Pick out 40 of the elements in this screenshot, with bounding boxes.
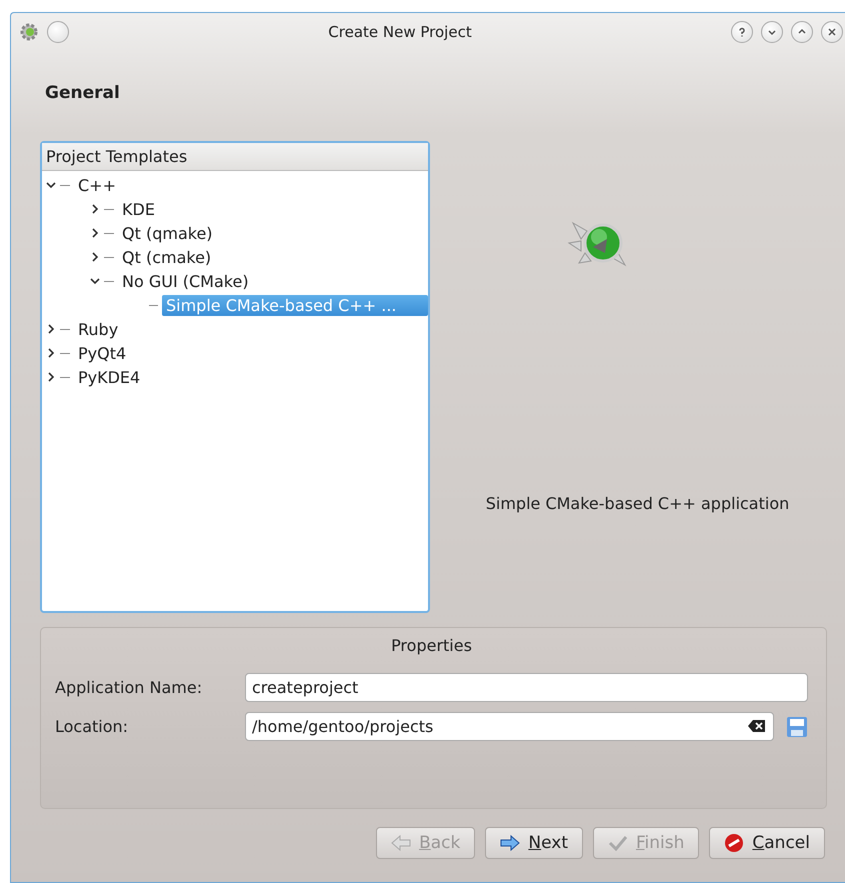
- template-description: Simple CMake-based C++ application: [486, 494, 790, 513]
- tree-header: Project Templates: [42, 143, 428, 171]
- field-label: Application Name:: [55, 678, 204, 697]
- tree-item[interactable]: C++: [74, 174, 120, 196]
- collapse-icon[interactable]: [46, 180, 56, 190]
- expand-icon[interactable]: [90, 228, 100, 238]
- expand-icon[interactable]: [90, 252, 100, 262]
- minimize-button[interactable]: [761, 21, 783, 43]
- right-arrow-icon: [500, 835, 520, 851]
- tree-item[interactable]: KDE: [118, 198, 159, 220]
- expand-icon[interactable]: [46, 372, 56, 382]
- tree-item[interactable]: Qt (qmake): [118, 222, 217, 244]
- cancel-button[interactable]: Cancel: [709, 827, 825, 859]
- checkmark-icon: [608, 835, 628, 851]
- close-button[interactable]: [821, 21, 843, 43]
- input-field[interactable]: /home/gentoo/projects: [245, 712, 774, 741]
- field-label: Location:: [55, 717, 130, 736]
- left-arrow-icon: [391, 835, 412, 851]
- tree-item[interactable]: Qt (cmake): [118, 246, 216, 268]
- input-field[interactable]: createproject: [245, 673, 808, 702]
- cancel-icon: [724, 833, 744, 853]
- next-button[interactable]: Next: [485, 827, 583, 859]
- expand-icon[interactable]: [90, 204, 100, 214]
- expand-icon[interactable]: [46, 348, 56, 358]
- window-title: Create New Project: [327, 23, 473, 41]
- save-icon[interactable]: [786, 716, 808, 738]
- question-mark-icon: [737, 27, 747, 37]
- gear-icon: [19, 22, 39, 42]
- close-icon: [827, 27, 837, 37]
- tree-item[interactable]: Ruby: [74, 318, 122, 340]
- help-button[interactable]: [731, 21, 753, 43]
- group-title: Properties: [391, 636, 472, 655]
- clear-icon[interactable]: [748, 719, 766, 733]
- expand-icon[interactable]: [46, 324, 56, 334]
- collapse-icon[interactable]: [90, 276, 100, 286]
- tree-item[interactable]: No GUI (CMake): [118, 270, 253, 292]
- tree-item[interactable]: PyQt4: [74, 342, 130, 364]
- maximize-button[interactable]: [791, 21, 813, 43]
- page-heading: General: [45, 83, 121, 103]
- tree-item[interactable]: PyKDE4: [74, 366, 144, 388]
